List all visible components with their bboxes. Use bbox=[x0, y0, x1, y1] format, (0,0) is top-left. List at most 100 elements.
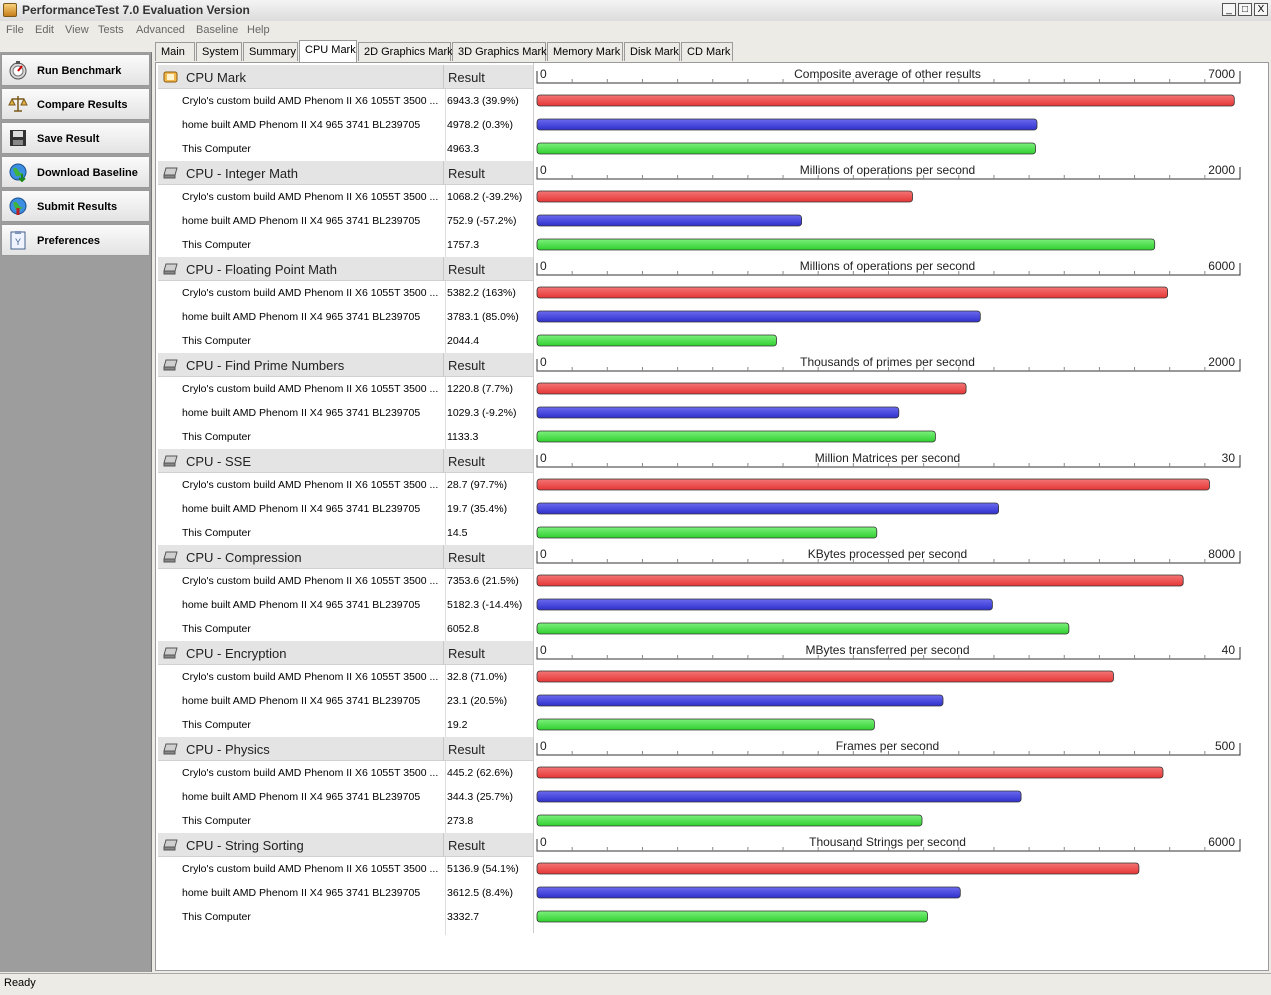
table-row[interactable]: home built AMD Phenom II X4 965 3741 BL2… bbox=[158, 401, 534, 425]
table-row[interactable]: This Computer 3332.7 bbox=[158, 905, 534, 929]
menu-edit[interactable]: Edit bbox=[35, 24, 54, 36]
result-value: 3332.7 bbox=[447, 911, 480, 923]
system-name: Crylo's custom build AMD Phenom II X6 10… bbox=[182, 671, 439, 683]
table-row[interactable]: Crylo's custom build AMD Phenom II X6 10… bbox=[158, 185, 534, 209]
section-bar-chart: 0 Thousand Strings per second 6000 bbox=[536, 835, 1241, 923]
tab-memory-mark[interactable]: Memory Mark bbox=[547, 42, 623, 61]
menu-advanced[interactable]: Advanced bbox=[136, 24, 185, 36]
axis-max-label: 6000 bbox=[1208, 835, 1235, 849]
axis-min-label: 0 bbox=[540, 355, 547, 369]
table-row[interactable]: This Computer 19.2 bbox=[158, 713, 534, 737]
section-bar-chart: 0 Million Matrices per second 30 bbox=[536, 451, 1241, 539]
axis-min-label: 0 bbox=[540, 835, 547, 849]
header-divider bbox=[443, 737, 444, 761]
table-row[interactable]: Crylo's custom build AMD Phenom II X6 10… bbox=[158, 89, 534, 113]
tab-cpu-mark[interactable]: CPU Mark bbox=[299, 40, 357, 62]
bar-green bbox=[536, 526, 878, 539]
table-row[interactable]: Crylo's custom build AMD Phenom II X6 10… bbox=[158, 761, 534, 785]
axis-min-label: 0 bbox=[540, 739, 547, 753]
table-row[interactable]: home built AMD Phenom II X4 965 3741 BL2… bbox=[158, 593, 534, 617]
header-divider bbox=[443, 833, 444, 857]
compare-results-button[interactable]: Compare Results bbox=[1, 88, 150, 120]
table-row[interactable]: home built AMD Phenom II X4 965 3741 BL2… bbox=[158, 209, 534, 233]
bar-green bbox=[536, 718, 875, 731]
tab-summary[interactable]: Summary bbox=[243, 42, 298, 61]
axis-min-label: 0 bbox=[540, 259, 547, 273]
table-row[interactable]: Crylo's custom build AMD Phenom II X6 10… bbox=[158, 569, 534, 593]
sidebar-label: Submit Results bbox=[37, 201, 118, 213]
result-value: 5382.2 (163%) bbox=[447, 287, 516, 299]
section-title: CPU - Compression bbox=[186, 550, 302, 565]
table-row[interactable]: This Computer 2044.4 bbox=[158, 329, 534, 353]
result-value: 273.8 bbox=[447, 815, 474, 827]
system-name: home built AMD Phenom II X4 965 3741 BL2… bbox=[182, 119, 421, 131]
table-row[interactable]: Crylo's custom build AMD Phenom II X6 10… bbox=[158, 857, 534, 881]
tab-main[interactable]: Main bbox=[155, 42, 195, 61]
section-title: CPU - Encryption bbox=[186, 646, 287, 661]
table-row[interactable]: home built AMD Phenom II X4 965 3741 BL2… bbox=[158, 689, 534, 713]
system-name: home built AMD Phenom II X4 965 3741 BL2… bbox=[182, 695, 421, 707]
table-row[interactable]: home built AMD Phenom II X4 965 3741 BL2… bbox=[158, 497, 534, 521]
section-header: CPU - Find Prime Numbers Result bbox=[158, 353, 534, 377]
tab-2d-graphics-mark[interactable]: 2D Graphics Mark bbox=[358, 42, 453, 61]
table-row[interactable]: This Computer 4963.3 bbox=[158, 137, 534, 161]
table-row[interactable]: home built AMD Phenom II X4 965 3741 BL2… bbox=[158, 305, 534, 329]
system-name: Crylo's custom build AMD Phenom II X6 10… bbox=[182, 287, 439, 299]
maximize-button[interactable]: □ bbox=[1238, 3, 1252, 16]
header-divider bbox=[443, 545, 444, 569]
axis-max-label: 6000 bbox=[1208, 259, 1235, 273]
section-title: CPU - SSE bbox=[186, 454, 252, 469]
menu-baseline[interactable]: Baseline bbox=[196, 24, 238, 36]
header-divider bbox=[443, 641, 444, 665]
bar-blue bbox=[536, 694, 944, 707]
close-button[interactable]: X bbox=[1254, 3, 1268, 16]
bar-green bbox=[536, 142, 1036, 155]
table-row[interactable]: Crylo's custom build AMD Phenom II X6 10… bbox=[158, 473, 534, 497]
table-row[interactable]: This Computer 273.8 bbox=[158, 809, 534, 833]
tab-3d-graphics-mark[interactable]: 3D Graphics Mark bbox=[452, 42, 547, 61]
section-header: CPU - Integer Math Result bbox=[158, 161, 534, 185]
axis-unit-label: KBytes processed per second bbox=[808, 547, 967, 561]
tab-system[interactable]: System bbox=[196, 42, 242, 61]
minimize-button[interactable]: _ bbox=[1222, 3, 1236, 16]
benchmark-section: CPU - Integer Math Result Crylo's custom b… bbox=[158, 161, 534, 257]
table-row[interactable]: This Computer 14.5 bbox=[158, 521, 534, 545]
menu-help[interactable]: Help bbox=[247, 24, 270, 36]
axis-max-label: 7000 bbox=[1208, 67, 1235, 81]
table-row[interactable]: This Computer 6052.8 bbox=[158, 617, 534, 641]
table-row[interactable]: home built AMD Phenom II X4 965 3741 BL2… bbox=[158, 785, 534, 809]
system-name: home built AMD Phenom II X4 965 3741 BL2… bbox=[182, 791, 421, 803]
save-result-button[interactable]: Save Result bbox=[1, 122, 150, 154]
table-row[interactable]: home built AMD Phenom II X4 965 3741 BL2… bbox=[158, 113, 534, 137]
table-row[interactable]: Crylo's custom build AMD Phenom II X6 10… bbox=[158, 377, 534, 401]
menu-tests[interactable]: Tests bbox=[98, 24, 124, 36]
section-bar-chart: 0 Millions of operations per second 2000 bbox=[536, 163, 1241, 251]
hard-drive-icon bbox=[163, 263, 178, 275]
submit-results-button[interactable]: Submit Results bbox=[1, 190, 150, 222]
clipboard-icon: Y bbox=[10, 231, 26, 250]
sidebar: Run Benchmark Compare Results Save Resul… bbox=[0, 52, 152, 972]
section-header: CPU - Encryption Result bbox=[158, 641, 534, 665]
table-row[interactable]: home built AMD Phenom II X4 965 3741 BL2… bbox=[158, 881, 534, 905]
preferences-button[interactable]: Y Preferences bbox=[1, 224, 150, 256]
table-row[interactable]: Crylo's custom build AMD Phenom II X6 10… bbox=[158, 281, 534, 305]
run-benchmark-button[interactable]: Run Benchmark bbox=[1, 54, 150, 86]
tab-cd-mark[interactable]: CD Mark bbox=[681, 42, 733, 61]
menu-view[interactable]: View bbox=[65, 24, 89, 36]
system-name: Crylo's custom build AMD Phenom II X6 10… bbox=[182, 383, 439, 395]
table-row[interactable]: This Computer 1757.3 bbox=[158, 233, 534, 257]
sidebar-label: Download Baseline bbox=[37, 167, 138, 179]
table-row[interactable]: Crylo's custom build AMD Phenom II X6 10… bbox=[158, 665, 534, 689]
section-bar-chart: 0 Millions of operations per second 6000 bbox=[536, 259, 1241, 347]
download-baseline-button[interactable]: Download Baseline bbox=[1, 156, 150, 188]
system-name: home built AMD Phenom II X4 965 3741 BL2… bbox=[182, 407, 421, 419]
axis-max-label: 30 bbox=[1222, 451, 1236, 465]
tab-disk-mark[interactable]: Disk Mark bbox=[624, 42, 680, 61]
bar-charts: 0 Composite average of other results 7000 0… bbox=[536, 65, 1246, 929]
section-header: CPU - Floating Point Math Result bbox=[158, 257, 534, 281]
header-divider bbox=[443, 257, 444, 281]
table-row[interactable]: This Computer 1133.3 bbox=[158, 425, 534, 449]
header-divider bbox=[443, 449, 444, 473]
section-header: CPU - Physics Result bbox=[158, 737, 534, 761]
menu-file[interactable]: File bbox=[6, 24, 24, 36]
